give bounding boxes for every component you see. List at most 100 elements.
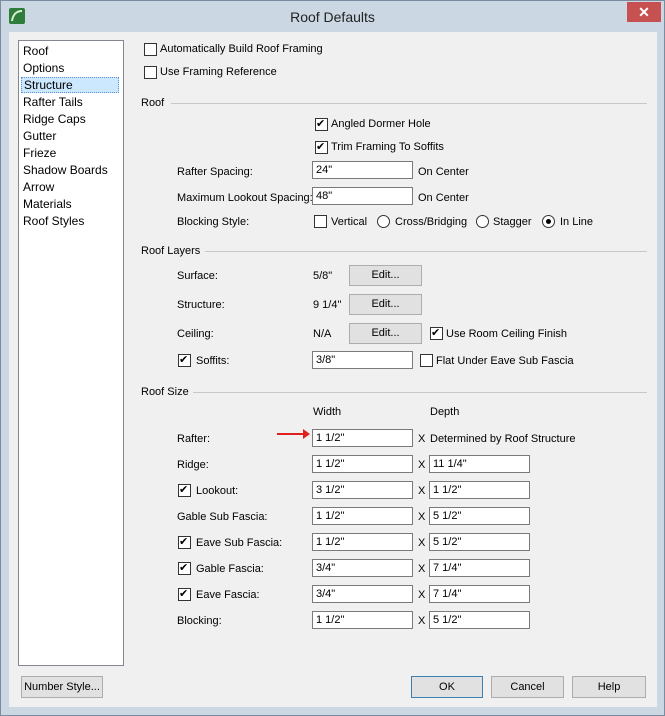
surface-label: Surface: <box>177 270 218 282</box>
ridge-x-separator: X <box>418 459 426 471</box>
category-list[interactable]: Roof Options Structure Rafter Tails Ridge Ca… <box>18 40 124 666</box>
rafter-width-input[interactable] <box>312 429 413 447</box>
sidebar-item-roof-styles[interactable]: Roof Styles <box>21 213 121 229</box>
roof-group-heading: Roof <box>141 97 165 109</box>
surface-edit-button[interactable]: Edit... <box>349 265 422 286</box>
roof-layers-heading: Roof Layers <box>141 245 201 257</box>
roof-size-heading: Roof Size <box>141 386 189 398</box>
blocking-label: Blocking: <box>177 615 222 627</box>
in-line-label: In Line <box>560 216 594 228</box>
sidebar-item-arrow[interactable]: Arrow <box>21 179 121 195</box>
gable-fascia-label: Gable Fascia: <box>196 563 264 575</box>
auto-build-framing-label: Automatically Build Roof Framing <box>160 43 323 55</box>
gable-fascia-width-input[interactable] <box>312 559 413 577</box>
blocking-width-input[interactable] <box>312 611 413 629</box>
eave-fascia-width-input[interactable] <box>312 585 413 603</box>
ceiling-label: Ceiling: <box>177 328 214 340</box>
rafter-spacing-unit: On Center <box>418 166 469 178</box>
surface-value: 5/8" <box>313 270 333 282</box>
in-line-radio[interactable] <box>542 215 555 228</box>
rafter-x-separator: X <box>418 433 426 445</box>
lookout-width-input[interactable] <box>312 481 413 499</box>
eave-fascia-x-separator: X <box>418 589 426 601</box>
ok-button[interactable]: OK <box>411 676 483 698</box>
blocking-style-label: Blocking Style: <box>177 216 250 228</box>
lookout-x-separator: X <box>418 485 426 497</box>
gable-sub-fascia-depth-input[interactable] <box>429 507 530 525</box>
roof-layers-divider <box>205 251 647 252</box>
rafter-spacing-input[interactable] <box>312 161 413 179</box>
framing-reference-checkbox[interactable] <box>144 66 157 79</box>
dialog-body: Roof Options Structure Rafter Tails Ridge Ca… <box>9 32 657 707</box>
help-button[interactable]: Help <box>572 676 646 698</box>
auto-build-framing-checkbox[interactable] <box>144 43 157 56</box>
room-ceiling-finish-label: Use Room Ceiling Finish <box>446 328 568 340</box>
ceiling-edit-button[interactable]: Edit... <box>349 323 422 344</box>
flat-under-eave-label: Flat Under Eave Sub Fascia <box>436 355 574 367</box>
max-lookout-input[interactable] <box>312 187 413 205</box>
trim-framing-checkbox[interactable] <box>315 140 328 154</box>
red-arrow-annotation <box>277 429 310 439</box>
gable-fascia-depth-input[interactable] <box>429 559 530 577</box>
structure-edit-button[interactable]: Edit... <box>349 294 422 315</box>
structure-value: 9 1/4" <box>313 299 342 311</box>
sidebar-item-materials[interactable]: Materials <box>21 196 121 212</box>
ceiling-value: N/A <box>313 328 332 340</box>
ridge-label: Ridge: <box>177 459 209 471</box>
eave-sub-fascia-checkbox[interactable] <box>178 535 191 549</box>
sidebar-item-options[interactable]: Options <box>21 60 121 76</box>
blocking-vertical-checkbox[interactable] <box>314 215 327 228</box>
rafter-label: Rafter: <box>177 433 211 445</box>
sidebar-item-roof[interactable]: Roof <box>21 43 121 59</box>
eave-sub-fascia-width-input[interactable] <box>312 533 413 551</box>
max-lookout-unit: On Center <box>418 192 469 204</box>
blocking-x-separator: X <box>418 615 426 627</box>
max-lookout-label: Maximum Lookout Spacing: <box>177 192 313 204</box>
roof-size-divider <box>193 392 647 393</box>
cross-bridging-radio[interactable] <box>377 215 390 228</box>
ridge-depth-input[interactable] <box>429 455 530 473</box>
eave-fascia-label: Eave Fascia: <box>196 589 260 601</box>
gable-fascia-x-separator: X <box>418 563 426 575</box>
stagger-radio[interactable] <box>476 215 489 228</box>
cancel-button[interactable]: Cancel <box>491 676 564 698</box>
sidebar-item-structure[interactable]: Structure <box>21 77 119 93</box>
roof-group-divider <box>171 103 647 104</box>
angled-dormer-checkbox[interactable] <box>315 117 328 131</box>
room-ceiling-finish-checkbox[interactable] <box>430 326 443 340</box>
soffits-checkbox[interactable] <box>178 353 191 367</box>
eave-fascia-depth-input[interactable] <box>429 585 530 603</box>
cross-bridging-label: Cross/Bridging <box>395 216 468 228</box>
stagger-label: Stagger <box>493 216 532 228</box>
window-title: Roof Defaults <box>290 9 375 25</box>
number-style-button[interactable]: Number Style... <box>21 676 103 698</box>
blocking-depth-input[interactable] <box>429 611 530 629</box>
ridge-width-input[interactable] <box>312 455 413 473</box>
flat-under-eave-checkbox[interactable] <box>420 354 433 367</box>
sidebar-item-gutter[interactable]: Gutter <box>21 128 121 144</box>
gable-fascia-checkbox[interactable] <box>178 561 191 575</box>
close-button[interactable]: ✕ <box>627 2 661 22</box>
sidebar-item-rafter-tails[interactable]: Rafter Tails <box>21 94 121 110</box>
eave-sub-fascia-label: Eave Sub Fascia: <box>196 537 283 549</box>
structure-label: Structure: <box>177 299 225 311</box>
width-column-header: Width <box>313 406 342 418</box>
title-bar[interactable]: Roof Defaults ✕ <box>1 1 664 32</box>
sidebar-item-frieze[interactable]: Frieze <box>21 145 121 161</box>
trim-framing-label: Trim Framing To Soffits <box>331 141 444 153</box>
gable-sub-fascia-x-separator: X <box>418 511 426 523</box>
gable-sub-fascia-width-input[interactable] <box>312 507 413 525</box>
blocking-vertical-label: Vertical <box>331 216 368 228</box>
eave-sub-fascia-x-separator: X <box>418 537 426 549</box>
lookout-depth-input[interactable] <box>429 481 530 499</box>
sidebar-item-ridge-caps[interactable]: Ridge Caps <box>21 111 121 127</box>
rafter-depth-text: Determined by Roof Structure <box>430 433 576 445</box>
rafter-spacing-label: Rafter Spacing: <box>177 166 253 178</box>
sidebar-item-shadow-boards[interactable]: Shadow Boards <box>21 162 121 178</box>
soffits-input[interactable] <box>312 351 413 369</box>
eave-sub-fascia-depth-input[interactable] <box>429 533 530 551</box>
lookout-checkbox[interactable] <box>178 483 191 497</box>
lookout-label: Lookout: <box>196 485 239 497</box>
soffits-label: Soffits: <box>196 355 230 367</box>
eave-fascia-checkbox[interactable] <box>178 587 191 601</box>
